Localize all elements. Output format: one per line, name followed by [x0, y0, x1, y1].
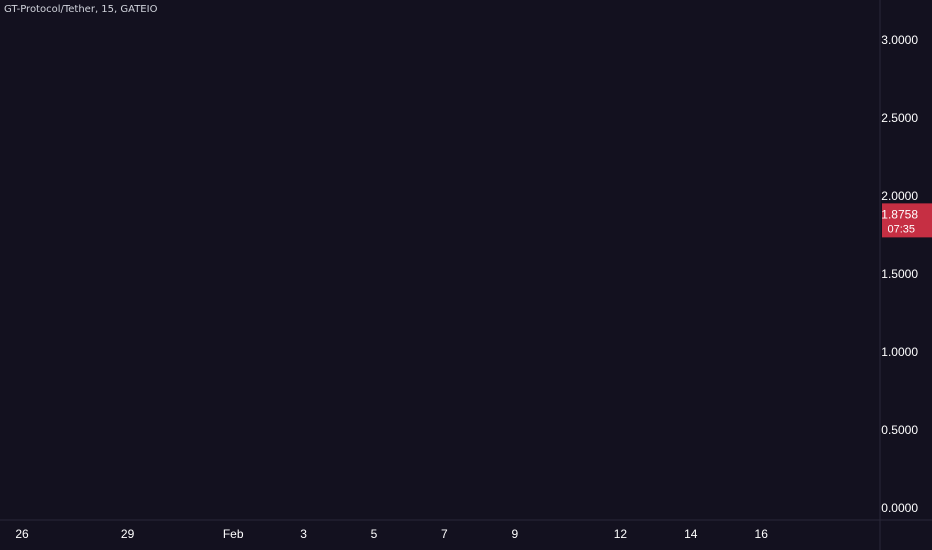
- price-badge-countdown: 07:35: [887, 223, 915, 235]
- chart-canvas[interactable]: 0.786 (2.9772)0.618 (2.6998)0.5 (2.5049)…: [0, 0, 932, 550]
- chart-title: GT-Protocol/Tether, 15, GATEIO: [4, 4, 158, 15]
- x-tick-9: 16: [755, 527, 769, 541]
- x-tick-6: 9: [511, 527, 518, 541]
- x-tick-1: 29: [121, 527, 135, 541]
- y-tick-2: 2.0000: [881, 189, 918, 203]
- y-tick-3: 1.5000: [881, 267, 918, 281]
- y-tick-6: 0.0000: [881, 501, 918, 515]
- y-tick-0: 3.0000: [881, 33, 918, 47]
- x-tick-7: 12: [614, 527, 628, 541]
- y-tick-1: 2.5000: [881, 111, 918, 125]
- plot-area: [0, 0, 880, 520]
- axes: 3.0000 2.5000 2.0000 1.5000 1.0000 0.5000 0.00…: [0, 0, 932, 550]
- y-tick-4: 1.0000: [881, 345, 918, 359]
- chart-root: 0.786 (2.9772)0.618 (2.6998)0.5 (2.5049)…: [0, 0, 932, 550]
- x-tick-2: Feb: [223, 527, 244, 541]
- y-tick-5: 0.5000: [881, 423, 918, 437]
- x-tick-0: 26: [15, 527, 29, 541]
- x-tick-8: 14: [684, 527, 698, 541]
- x-tick-5: 7: [441, 527, 448, 541]
- price-badge-value: 1.8758: [881, 207, 918, 221]
- x-tick-3: 3: [300, 527, 307, 541]
- x-tick-4: 5: [371, 527, 378, 541]
